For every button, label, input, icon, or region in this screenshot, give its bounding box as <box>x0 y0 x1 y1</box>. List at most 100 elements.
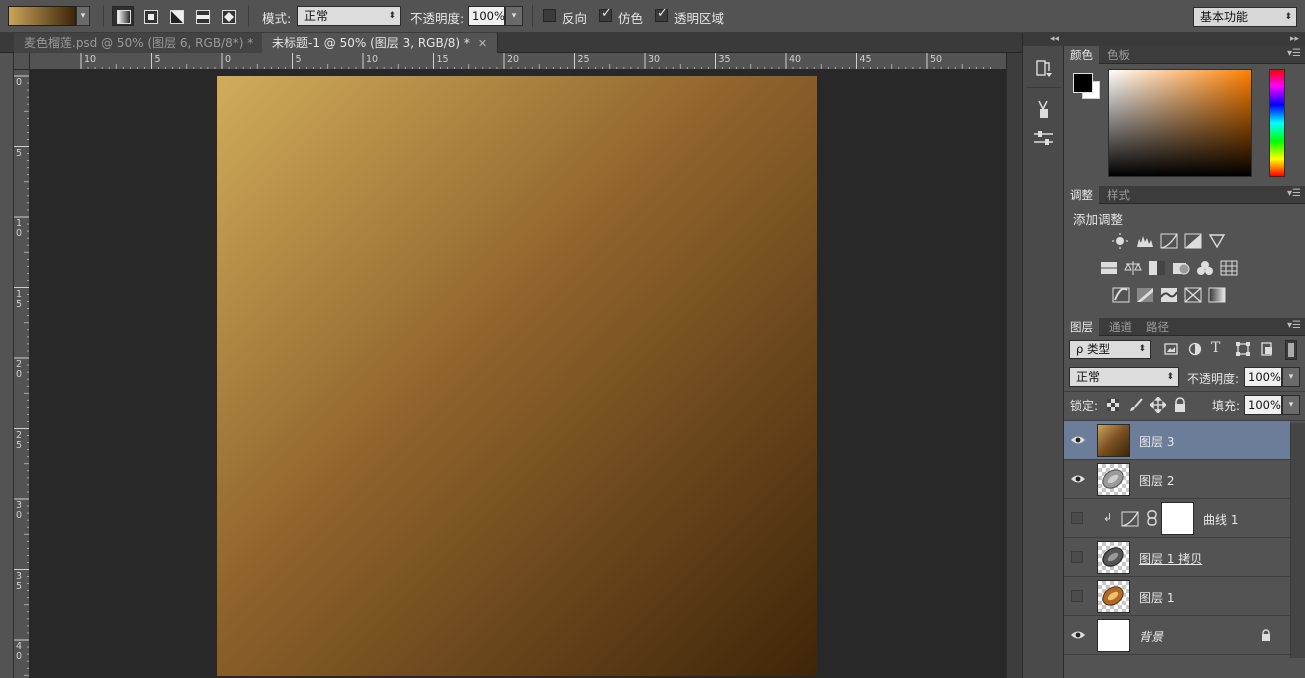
brightness-icon[interactable] <box>1111 233 1129 249</box>
ruler-label: 15 <box>436 54 449 65</box>
tab-adjustments[interactable]: 调整 <box>1064 186 1099 204</box>
filter-pixel-icon[interactable] <box>1163 341 1179 357</box>
workspace-select[interactable]: 基本功能 ⬍ <box>1193 7 1297 27</box>
posterize-icon[interactable] <box>1136 287 1154 303</box>
ruler-label: 20 <box>507 54 520 65</box>
layer-row-curves[interactable]: ↲ 曲线 1 <box>1064 499 1290 538</box>
filter-smartobject-icon[interactable] <box>1259 341 1275 357</box>
filter-shape-icon[interactable] <box>1235 341 1251 357</box>
tab-layers[interactable]: 图层 <box>1064 318 1099 336</box>
layer-row-2[interactable]: 图层 2 <box>1064 460 1290 499</box>
layer-filter-select[interactable]: ρ 类型 ⬍ <box>1069 340 1151 359</box>
opacity-input[interactable]: 100% <box>468 6 505 26</box>
layer-name[interactable]: 图层 3 <box>1139 433 1174 450</box>
visibility-toggle[interactable] <box>1071 590 1083 602</box>
radial-gradient-button[interactable] <box>139 6 161 26</box>
vibrance-icon[interactable] <box>1208 233 1226 249</box>
visibility-toggle[interactable] <box>1071 512 1083 524</box>
curves-icon[interactable] <box>1160 233 1178 249</box>
exposure-icon[interactable] <box>1184 233 1202 249</box>
angle-gradient-button[interactable] <box>165 6 187 26</box>
diamond-gradient-button[interactable] <box>217 6 239 26</box>
close-icon[interactable]: ✕ <box>478 37 487 50</box>
channel-mixer-icon[interactable] <box>1196 260 1214 276</box>
canvas-scrollbar[interactable] <box>1006 53 1022 678</box>
fill-dropdown[interactable]: ▾ <box>1282 395 1300 415</box>
horizontal-ruler[interactable]: 10 5 0 5 10 15 20 25 30 35 40 45 50 <box>14 53 1006 70</box>
tab-channels[interactable]: 通道 <box>1103 318 1138 336</box>
lock-pixels-icon[interactable] <box>1128 397 1144 413</box>
tab-swatches[interactable]: 色板 <box>1101 46 1136 64</box>
panel-collapse-strip[interactable]: ▸▸ <box>1064 33 1305 46</box>
gradient-preview[interactable] <box>8 6 76 26</box>
ruler-label: 5 <box>16 147 23 159</box>
lock-position-icon[interactable] <box>1148 395 1168 415</box>
gradient-picker-dropdown[interactable]: ▾ <box>76 6 90 26</box>
brush-presets-button[interactable] <box>1031 99 1057 121</box>
mode-select[interactable]: 正常 ⬍ <box>297 6 401 26</box>
collapse-icon[interactable]: ◂◂ <box>1023 33 1065 46</box>
link-icon[interactable] <box>1147 510 1157 526</box>
layer-row-background[interactable]: 背景 <box>1064 616 1290 655</box>
ruler-origin[interactable] <box>14 53 30 70</box>
eye-icon[interactable] <box>1070 472 1086 486</box>
invert-icon[interactable] <box>1112 287 1130 303</box>
layer-name[interactable]: 图层 1 <box>1139 589 1174 606</box>
foreground-color-swatch[interactable] <box>1073 73 1093 93</box>
linear-gradient-icon <box>117 10 131 24</box>
gradient-map-icon[interactable] <box>1208 287 1226 303</box>
layer-name[interactable]: 曲线 1 <box>1203 511 1238 528</box>
linear-gradient-button[interactable] <box>112 6 134 26</box>
document-canvas[interactable] <box>217 76 817 676</box>
history-button[interactable] <box>1031 57 1057 79</box>
layer-name[interactable]: 图层 2 <box>1139 472 1174 489</box>
color-balance-icon[interactable] <box>1124 260 1142 276</box>
panel-menu-icon[interactable]: ▾☰ <box>1287 48 1301 59</box>
hue-saturation-icon[interactable] <box>1100 260 1118 276</box>
layer-name[interactable]: 背景 <box>1139 628 1163 645</box>
tab-document-2[interactable]: 未标题-1 @ 50% (图层 3, RGB/8) * ✕ <box>262 33 499 53</box>
vertical-ruler[interactable]: 0 5 10 15 20 25 30 35 40 <box>14 70 30 678</box>
ruler-label: 10 <box>16 218 23 239</box>
ruler-label: 20 <box>16 359 23 380</box>
photo-filter-icon[interactable] <box>1172 260 1190 276</box>
filter-type-icon[interactable]: T <box>1211 340 1227 356</box>
tab-styles[interactable]: 样式 <box>1101 186 1136 204</box>
panel-menu-icon[interactable]: ▾☰ <box>1287 188 1301 199</box>
visibility-toggle[interactable] <box>1071 551 1083 563</box>
fill-input[interactable]: 100% <box>1244 395 1282 415</box>
color-lookup-icon[interactable] <box>1220 260 1238 276</box>
hue-slider[interactable] <box>1269 69 1285 177</box>
divider <box>103 5 104 27</box>
filter-adjustment-icon[interactable] <box>1187 341 1203 357</box>
layer-row-3[interactable]: 图层 3 <box>1064 421 1290 460</box>
tab-paths[interactable]: 路径 <box>1140 318 1175 336</box>
selective-color-icon[interactable] <box>1184 287 1202 303</box>
ruler-label: 35 <box>16 570 23 592</box>
black-white-icon[interactable] <box>1148 260 1166 276</box>
color-spectrum[interactable] <box>1108 69 1252 177</box>
panel-menu-icon[interactable]: ▾☰ <box>1287 320 1301 331</box>
eye-icon[interactable] <box>1070 433 1086 447</box>
layers-scrollbar[interactable] <box>1290 423 1305 658</box>
blend-mode-select[interactable]: 正常 ⬍ <box>1069 367 1179 387</box>
layer-name[interactable]: 图层 1 拷贝 <box>1139 550 1202 567</box>
dither-checkbox[interactable]: ✓ <box>599 6 612 22</box>
reverse-checkbox[interactable] <box>543 9 556 22</box>
tab-document-1[interactable]: 麦色榴莲.psd @ 50% (图层 6, RGB/8*) *✕ <box>14 33 282 53</box>
reflected-gradient-button[interactable] <box>191 6 213 26</box>
transparency-checkbox[interactable]: ✓ <box>655 6 668 22</box>
layer-opacity-dropdown[interactable]: ▾ <box>1282 367 1300 387</box>
opacity-dropdown[interactable]: ▾ <box>505 6 523 26</box>
filter-toggle[interactable] <box>1285 340 1297 360</box>
layer-opacity-input[interactable]: 100% <box>1244 367 1282 387</box>
eye-icon[interactable] <box>1070 628 1086 642</box>
tab-color[interactable]: 颜色 <box>1064 46 1099 64</box>
lock-all-icon[interactable] <box>1173 397 1187 413</box>
levels-icon[interactable] <box>1136 233 1154 249</box>
layer-row-1[interactable]: 图层 1 <box>1064 577 1290 616</box>
layer-row-1-copy[interactable]: 图层 1 拷贝 <box>1064 538 1290 577</box>
lock-transparent-icon[interactable] <box>1107 399 1119 411</box>
tool-presets-button[interactable] <box>1031 127 1057 149</box>
threshold-icon[interactable] <box>1160 287 1178 303</box>
